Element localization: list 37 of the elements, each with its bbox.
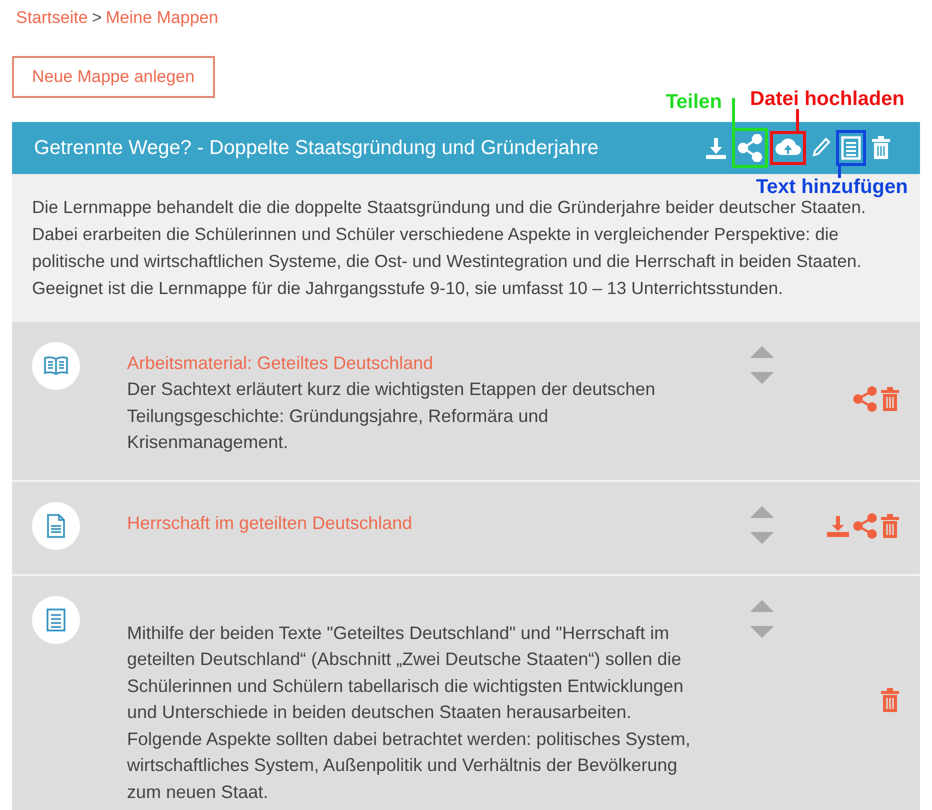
callout-label: Text hinzufügen: [756, 176, 908, 199]
breadcrumb-separator: >: [92, 8, 102, 28]
material-title-link[interactable]: Arbeitsmaterial: Geteiltes Deutschland: [127, 350, 692, 376]
file-icon: [32, 502, 80, 550]
move-down-icon[interactable]: [750, 626, 774, 638]
download-icon: [705, 136, 727, 160]
document-button[interactable]: [836, 130, 866, 166]
callout-label: Teilen: [666, 91, 722, 114]
new-folder-button[interactable]: Neue Mappe anlegen: [12, 56, 215, 98]
leader-line: [796, 109, 799, 131]
breadcrumb-link[interactable]: Meine Mappen: [106, 8, 218, 28]
breadcrumb-link[interactable]: Startseite: [16, 8, 88, 28]
share-icon[interactable]: [852, 512, 878, 538]
download-icon[interactable]: [826, 514, 850, 538]
trash-icon: [871, 136, 891, 160]
share-button[interactable]: [732, 128, 768, 168]
document-icon: [32, 596, 80, 644]
share-icon[interactable]: [852, 386, 878, 412]
move-down-icon[interactable]: [750, 372, 774, 384]
trash-icon[interactable]: [880, 386, 900, 411]
trash-icon[interactable]: [880, 514, 900, 538]
material-description: Der Sachtext erläutert kurz die wichtigsten Etappen der deutschen Teilungsgeschichte: Gründungsjahre, Reformära und Krisenmanagement.: [127, 378, 656, 454]
trash-icon[interactable]: [880, 688, 900, 712]
share-icon: [737, 134, 763, 162]
move-down-icon[interactable]: [750, 532, 774, 544]
leader-line: [732, 98, 735, 128]
book-icon: [32, 342, 80, 390]
move-up-icon[interactable]: [750, 506, 774, 518]
callout-label: Datei hochladen: [750, 88, 904, 111]
move-up-icon[interactable]: [750, 346, 774, 358]
folder-title: Getrennte Wege? - Doppelte Staatsgründung und Gründerjahre: [34, 136, 598, 160]
material-title-link[interactable]: Herrschaft im geteilten Deutschland: [127, 510, 692, 536]
pencil-icon: [811, 137, 831, 159]
cloud-upload-button[interactable]: [770, 131, 806, 165]
move-up-icon[interactable]: [750, 600, 774, 612]
material-description: Mithilfe der beiden Texte "Geteiltes Deutschland" und "Herrschaft im geteilten Deutschland“ (Abschnitt „Zwei Deutsche Staaten“) sollen die Schülerinnen und Schülern tabellarisch die wichtigsten Entwicklungen und Unterschiede in beiden deutschen Staaten herausarbeiten. Folgende Aspekte sollten dabei betrachtet werden: politisches System, wirtschaftliches System, Außenpolitik und Verhältnis der Bevölkerung zum neuen Staat.: [127, 622, 692, 804]
document-icon: [841, 136, 861, 160]
